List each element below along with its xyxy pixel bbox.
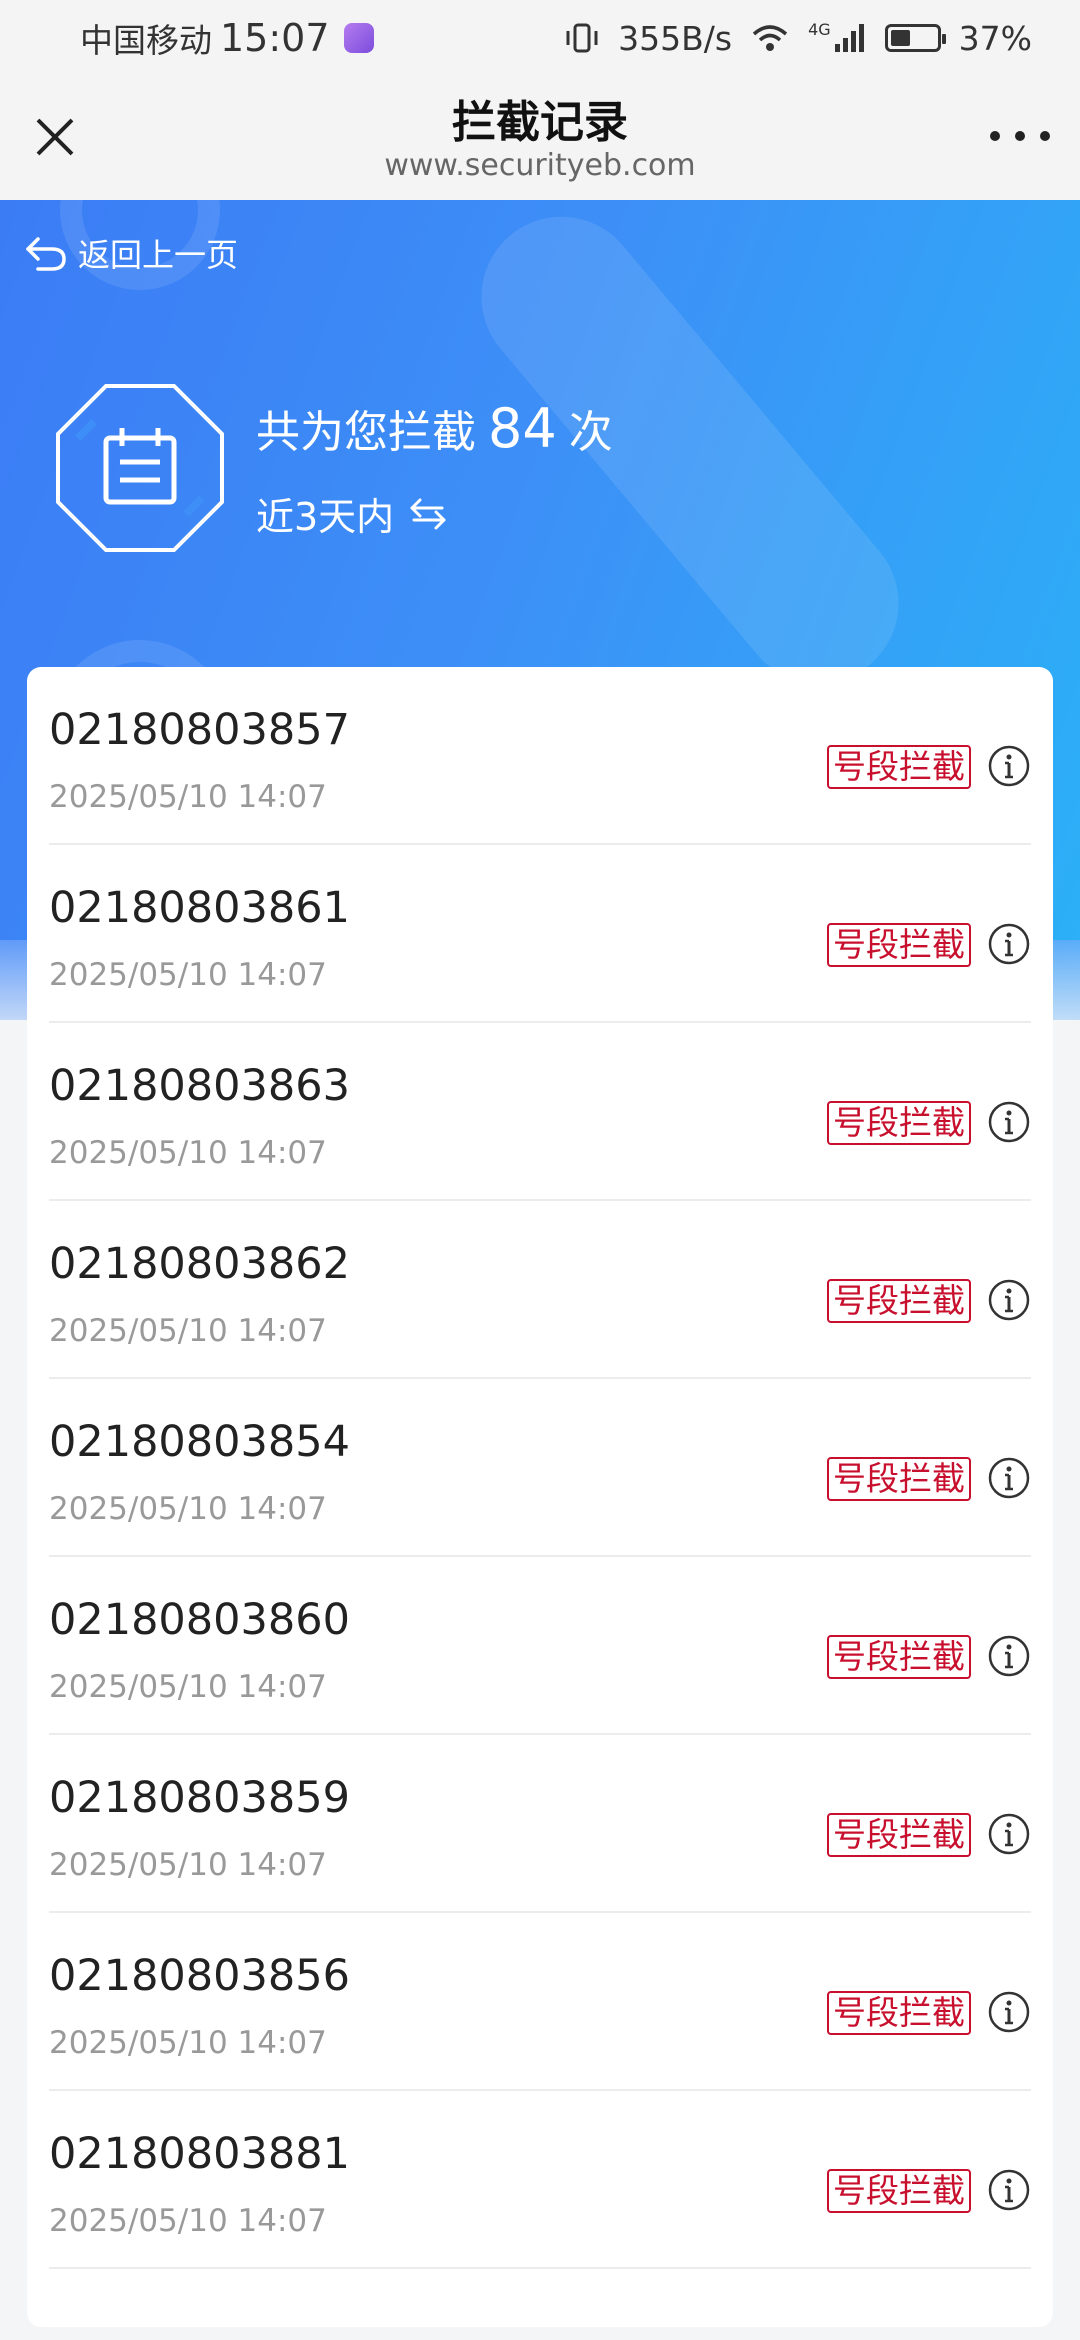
- page-title: 拦截记录: [452, 97, 628, 148]
- record-tag: 号段拦截: [827, 923, 971, 967]
- block-count: 84: [488, 397, 557, 460]
- info-icon[interactable]: [987, 922, 1031, 966]
- status-bar: 中国移动 15:07 355B/s 4G 37%: [0, 0, 1080, 76]
- network-type: 4G: [808, 19, 831, 39]
- record-row[interactable]: 02180803881 2025/05/10 14:07 号段拦截: [49, 2091, 1031, 2269]
- hero-summary: 共为您拦截 84 次 近3天内: [256, 396, 613, 541]
- record-time: 2025/05/10 14:07: [49, 957, 327, 993]
- info-icon[interactable]: [987, 1634, 1031, 1678]
- switch-arrows-icon: [410, 498, 446, 529]
- battery-icon: [884, 24, 946, 52]
- record-number: 02180803860: [49, 1595, 350, 1645]
- record-number: 02180803863: [49, 1061, 350, 1111]
- record-row[interactable]: 02180803863 2025/05/10 14:07 号段拦截: [49, 1023, 1031, 1201]
- info-icon[interactable]: [987, 1100, 1031, 1144]
- record-tag: 号段拦截: [827, 1457, 971, 1501]
- record-number: 02180803881: [49, 2129, 350, 2179]
- record-row[interactable]: 02180803861 2025/05/10 14:07 号段拦截: [49, 845, 1031, 1023]
- record-time: 2025/05/10 14:07: [49, 1491, 327, 1527]
- block-count-line: 共为您拦截 84 次: [256, 396, 613, 460]
- record-tag: 号段拦截: [827, 745, 971, 789]
- record-tag: 号段拦截: [827, 1991, 971, 2035]
- battery-level: 37%: [958, 18, 1032, 58]
- record-tag: 号段拦截: [827, 1635, 971, 1679]
- back-label: 返回上一页: [78, 236, 239, 274]
- record-number: 02180803861: [49, 883, 350, 933]
- record-number: 02180803859: [49, 1773, 350, 1823]
- back-arrow-icon: [26, 237, 66, 271]
- back-link[interactable]: 返回上一页: [24, 230, 238, 276]
- info-icon[interactable]: [987, 1278, 1031, 1322]
- record-list: 02180803857 2025/05/10 14:07 号段拦截 021808…: [27, 667, 1053, 2327]
- page-url: www.securityeb.com: [384, 148, 696, 183]
- record-number: 02180803857: [49, 705, 350, 755]
- wifi-icon: [752, 25, 788, 51]
- record-number: 02180803856: [49, 1951, 350, 2001]
- record-number: 02180803862: [49, 1239, 350, 1289]
- header: 拦截记录 www.securityeb.com: [0, 76, 1080, 200]
- record-tag: 号段拦截: [827, 2169, 971, 2213]
- count-prefix: 共为您拦截: [256, 407, 476, 458]
- page: 中国移动 15:07 355B/s 4G 37% 拦截记录 www.securi…: [0, 0, 1080, 2340]
- record-tag: 号段拦截: [827, 1279, 971, 1323]
- record-row[interactable]: 02180803856 2025/05/10 14:07 号段拦截: [49, 1913, 1031, 2091]
- record-time: 2025/05/10 14:07: [49, 779, 327, 815]
- record-row[interactable]: 02180803860 2025/05/10 14:07 号段拦截: [49, 1557, 1031, 1735]
- record-row[interactable]: 02180803862 2025/05/10 14:07 号段拦截: [49, 1201, 1031, 1379]
- info-icon[interactable]: [987, 1456, 1031, 1500]
- record-row[interactable]: 02180803857 2025/05/10 14:07 号段拦截: [49, 667, 1031, 845]
- record-time: 2025/05/10 14:07: [49, 1135, 327, 1171]
- status-right: 355B/s 4G 37%: [564, 19, 1032, 58]
- record-row[interactable]: 02180803854 2025/05/10 14:07 号段拦截: [49, 1379, 1031, 1557]
- info-icon[interactable]: [987, 1990, 1031, 2034]
- info-icon[interactable]: [987, 744, 1031, 788]
- info-icon[interactable]: [987, 1812, 1031, 1856]
- record-number: 02180803854: [49, 1417, 350, 1467]
- record-tag: 号段拦截: [827, 1813, 971, 1857]
- vibrate-icon: [566, 23, 598, 53]
- status-left: 中国移动 15:07: [80, 14, 374, 62]
- range-selector[interactable]: 近3天内: [256, 486, 613, 541]
- record-tag: 号段拦截: [827, 1101, 971, 1145]
- count-suffix: 次: [568, 407, 613, 458]
- signal-icon: [834, 24, 864, 52]
- record-time: 2025/05/10 14:07: [49, 2025, 327, 2061]
- more-icon[interactable]: [990, 116, 1050, 156]
- record-time: 2025/05/10 14:07: [49, 1313, 327, 1349]
- status-carrier: 中国移动: [80, 21, 212, 60]
- record-time: 2025/05/10 14:07: [49, 2203, 327, 2239]
- record-time: 2025/05/10 14:07: [49, 1847, 327, 1883]
- record-row[interactable]: 02180803859 2025/05/10 14:07 号段拦截: [49, 1735, 1031, 1913]
- app-notification-icon: [343, 23, 374, 53]
- info-icon[interactable]: [987, 2168, 1031, 2212]
- record-time: 2025/05/10 14:07: [49, 1669, 327, 1705]
- net-speed: 355B/s: [618, 18, 733, 58]
- status-time: 15:07: [220, 16, 330, 60]
- range-label: 近3天内: [256, 495, 395, 539]
- octagon-calendar-icon: [56, 384, 224, 552]
